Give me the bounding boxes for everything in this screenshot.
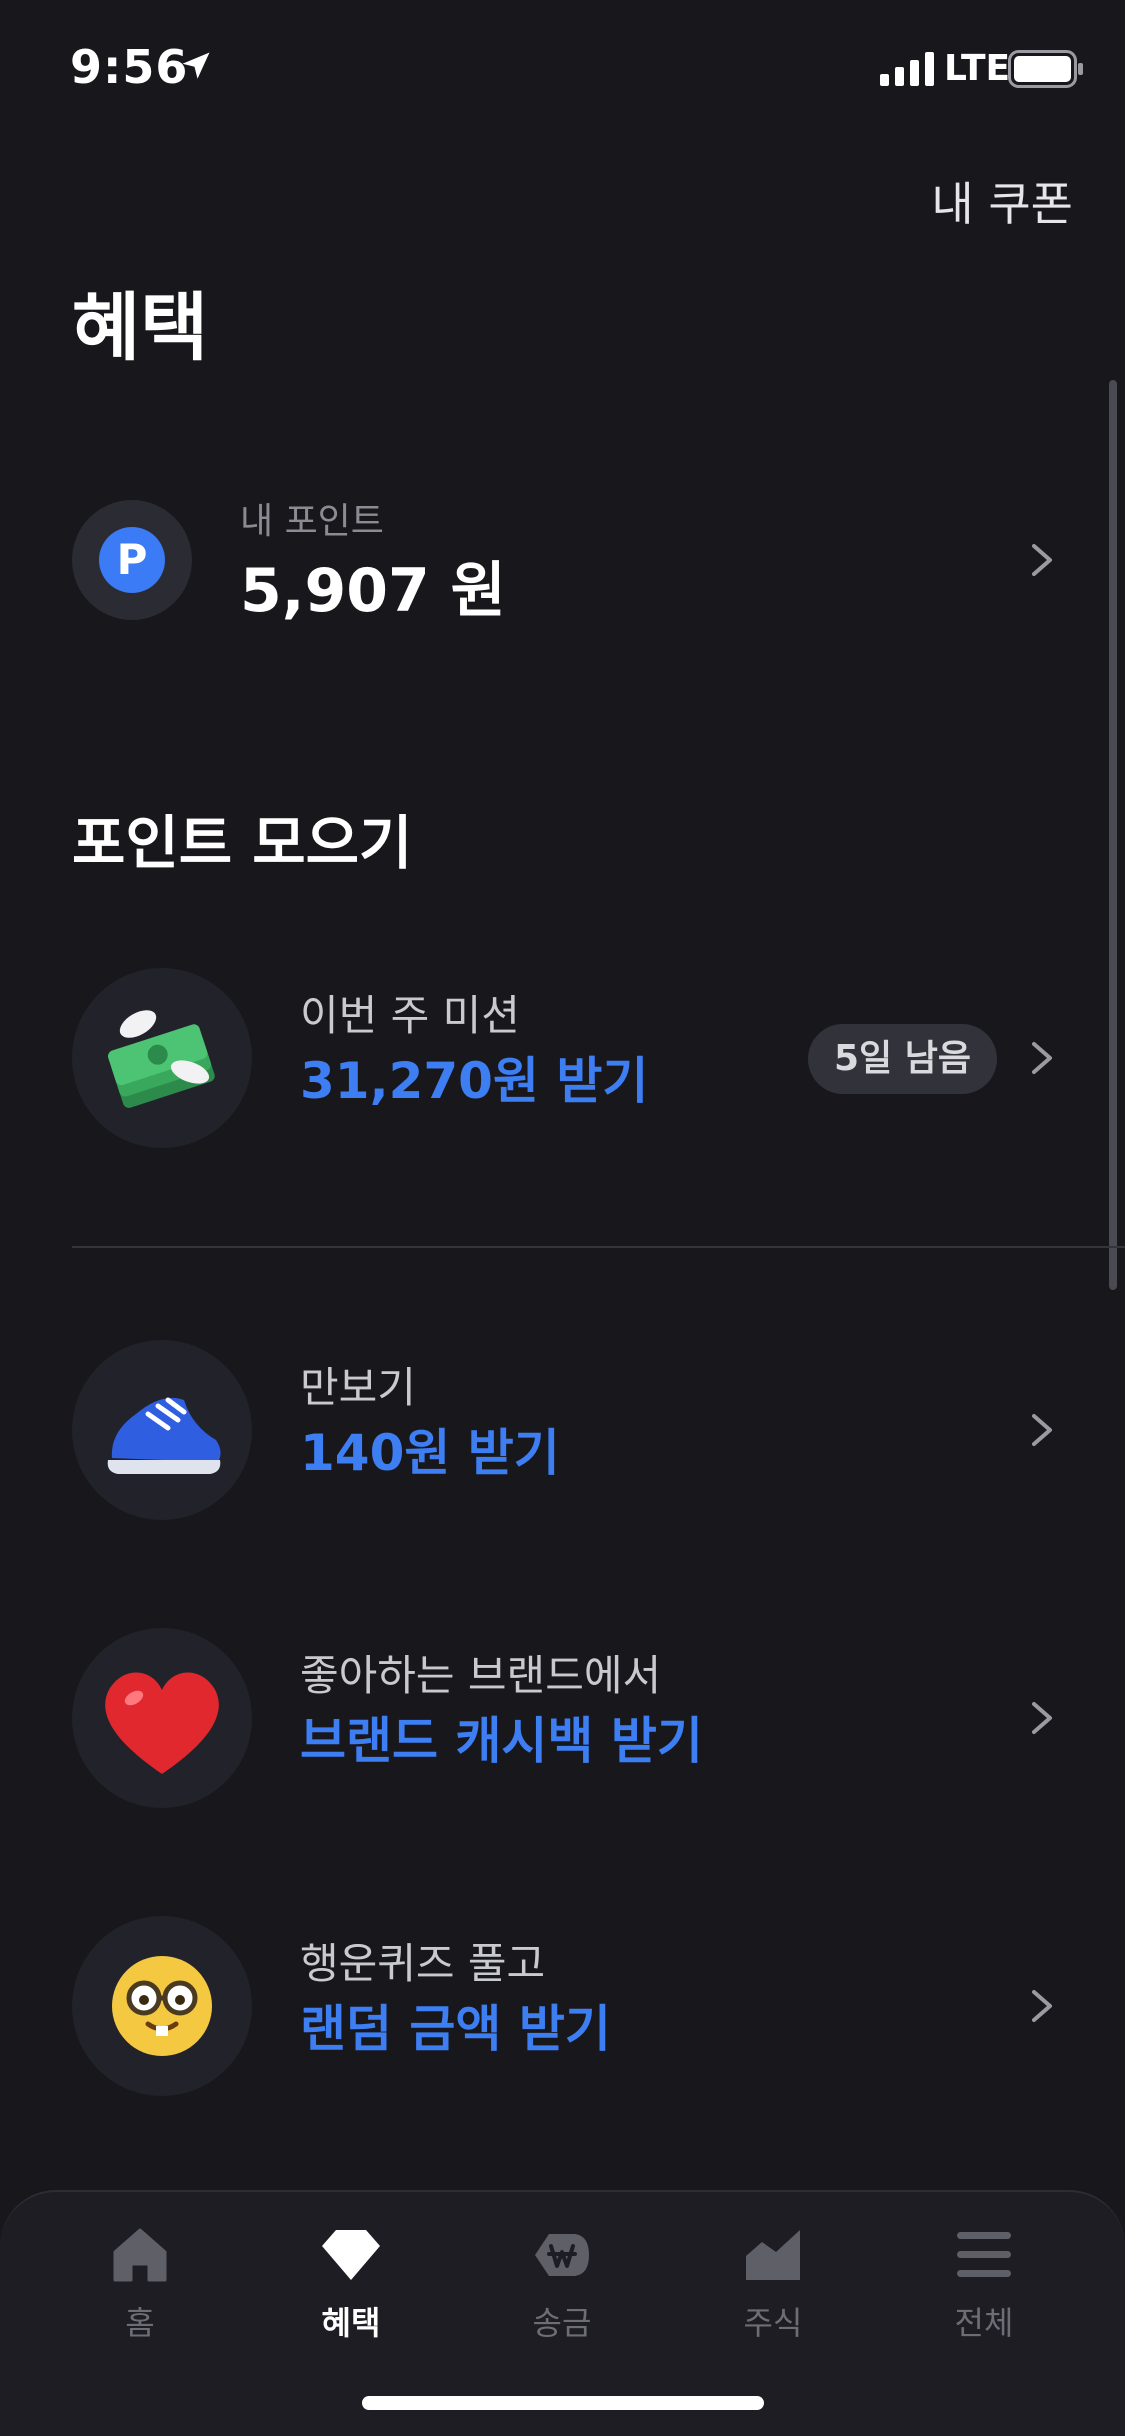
page-title: 혜택: [72, 285, 209, 371]
tab-label: 주식: [743, 2304, 803, 2342]
chevron-right-icon: [1032, 1042, 1052, 1074]
cellular-signal-icon: [880, 52, 934, 86]
item-subtitle: 좋아하는 브랜드에서: [300, 1651, 662, 1700]
item-subtitle: 행운퀴즈 풀고: [300, 1939, 546, 1988]
point-p-icon: P: [99, 527, 165, 593]
my-coupons-link[interactable]: 내 쿠폰: [931, 168, 1073, 234]
chevron-right-icon: [1032, 1990, 1052, 2022]
nerd-face-icon: [72, 1916, 252, 2096]
gem-icon: [322, 2230, 380, 2280]
my-points-row[interactable]: P 내 포인트 5,907 원: [72, 492, 1062, 632]
lucky-quiz-item[interactable]: 행운퀴즈 풀고 랜덤 금액 받기: [72, 1916, 1062, 2096]
point-icon-container: P: [72, 500, 192, 620]
benefits-screen: 9:56 LTE 내 쿠폰 혜택 P 내 포인트 5,907 원 포인트 모으기: [0, 0, 1125, 2436]
chevron-right-icon: [1032, 544, 1052, 576]
points-value: 5,907 원: [240, 556, 506, 626]
menu-icon: [957, 2232, 1011, 2277]
sneaker-icon: [72, 1340, 252, 1520]
days-left-badge: 5일 남음: [808, 1024, 997, 1094]
tab-stocks[interactable]: 주식: [703, 2222, 843, 2344]
section-divider: [72, 1246, 1125, 1248]
won-icon: [535, 2234, 589, 2276]
tab-label: 송금: [532, 2304, 592, 2342]
item-title: 31,270원 받기: [300, 1052, 649, 1110]
tab-home[interactable]: 홈: [70, 2222, 210, 2344]
scrollbar[interactable]: [1109, 380, 1117, 1290]
network-type-label: LTE: [944, 48, 1011, 89]
battery-icon: [1008, 50, 1083, 88]
home-icon: [113, 2228, 167, 2282]
item-title: 랜덤 금액 받기: [300, 2000, 611, 2058]
heart-icon: [72, 1628, 252, 1808]
pedometer-item[interactable]: 만보기 140원 받기: [72, 1340, 1062, 1520]
section-title: 포인트 모으기: [72, 809, 413, 877]
brand-cashback-text: 좋아하는 브랜드에서 브랜드 캐시백 받기: [300, 1648, 703, 1778]
pedometer-text: 만보기 140원 받기: [300, 1360, 560, 1490]
tab-label: 혜택: [321, 2304, 381, 2342]
tab-transfer[interactable]: 송금: [492, 2222, 632, 2344]
points-label: 내 포인트: [240, 501, 384, 542]
home-indicator[interactable]: [362, 2396, 764, 2410]
chevron-right-icon: [1032, 1414, 1052, 1446]
item-title: 브랜드 캐시백 받기: [300, 1712, 703, 1770]
status-time: 9:56: [70, 40, 189, 94]
tab-all[interactable]: 전체: [914, 2222, 1054, 2344]
item-title: 140원 받기: [300, 1424, 560, 1482]
tab-benefits[interactable]: 혜택: [281, 2222, 421, 2344]
tab-label: 전체: [954, 2304, 1014, 2342]
chart-icon: [746, 2230, 800, 2280]
item-subtitle: 만보기: [300, 1363, 416, 1412]
lucky-quiz-text: 행운퀴즈 풀고 랜덤 금액 받기: [300, 1936, 611, 2066]
item-subtitle: 이번 주 미션: [300, 991, 520, 1040]
status-bar: 9:56 LTE: [0, 0, 1125, 140]
brand-cashback-item[interactable]: 좋아하는 브랜드에서 브랜드 캐시백 받기: [72, 1628, 1062, 1808]
weekly-mission-text: 이번 주 미션 31,270원 받기: [300, 988, 648, 1118]
tab-label: 홈: [125, 2304, 155, 2342]
weekly-mission-item[interactable]: 이번 주 미션 31,270원 받기 5일 남음: [72, 968, 1062, 1148]
flying-money-icon: [72, 968, 252, 1148]
location-arrow-icon: [182, 52, 210, 79]
chevron-right-icon: [1032, 1702, 1052, 1734]
